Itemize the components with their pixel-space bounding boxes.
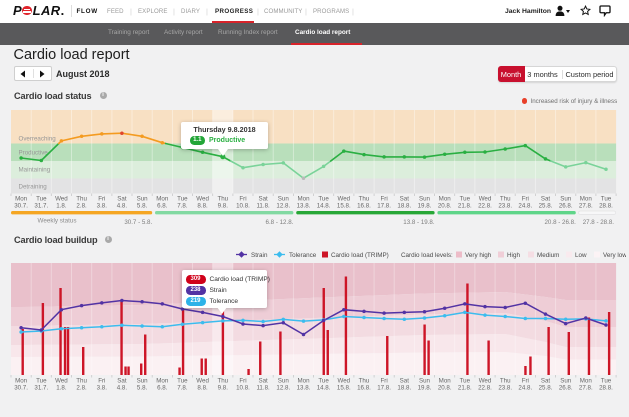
svg-text:23.8.: 23.8. bbox=[498, 202, 512, 209]
svg-text:30.7.: 30.7. bbox=[14, 384, 28, 391]
svg-text:28.8.: 28.8. bbox=[599, 202, 613, 209]
svg-text:25.8.: 25.8. bbox=[539, 202, 553, 209]
svg-text:3.8.: 3.8. bbox=[97, 384, 108, 391]
svg-text:12.8.: 12.8. bbox=[276, 202, 290, 209]
svg-text:13.8.: 13.8. bbox=[297, 202, 311, 209]
svg-text:27.8.: 27.8. bbox=[579, 202, 593, 209]
svg-text:Maintaining: Maintaining bbox=[19, 167, 51, 174]
svg-text:15.8.: 15.8. bbox=[337, 202, 351, 209]
svg-text:7.8.: 7.8. bbox=[177, 384, 188, 391]
svg-text:4.8.: 4.8. bbox=[117, 202, 128, 209]
svg-text:8.8.: 8.8. bbox=[197, 202, 208, 209]
svg-text:12.8.: 12.8. bbox=[276, 384, 290, 391]
svg-text:27.8.: 27.8. bbox=[579, 384, 593, 391]
svg-text:26.8.: 26.8. bbox=[559, 384, 573, 391]
svg-text:14.8.: 14.8. bbox=[317, 202, 331, 209]
svg-text:Weekly status: Weekly status bbox=[38, 218, 77, 225]
svg-text:25.8.: 25.8. bbox=[539, 384, 553, 391]
svg-text:2.8.: 2.8. bbox=[76, 202, 87, 209]
svg-text:10.8.: 10.8. bbox=[236, 384, 250, 391]
svg-text:17.8.: 17.8. bbox=[377, 384, 391, 391]
svg-text:6.8 - 12.8.: 6.8 - 12.8. bbox=[266, 219, 294, 226]
svg-text:13.8.: 13.8. bbox=[297, 384, 311, 391]
svg-text:Detraining: Detraining bbox=[19, 184, 48, 191]
svg-text:23.8.: 23.8. bbox=[498, 384, 512, 391]
svg-text:1.8.: 1.8. bbox=[56, 384, 67, 391]
svg-text:16.8.: 16.8. bbox=[357, 384, 371, 391]
svg-text:30.7 - 5.8.: 30.7 - 5.8. bbox=[124, 219, 152, 226]
svg-text:8.8.: 8.8. bbox=[197, 384, 208, 391]
svg-text:14.8.: 14.8. bbox=[317, 384, 331, 391]
svg-text:11.8.: 11.8. bbox=[256, 202, 270, 209]
svg-text:3.8.: 3.8. bbox=[97, 202, 108, 209]
svg-text:9.8.: 9.8. bbox=[218, 384, 229, 391]
svg-text:11.8.: 11.8. bbox=[256, 384, 270, 391]
svg-text:15.8.: 15.8. bbox=[337, 384, 351, 391]
svg-text:1.8.: 1.8. bbox=[56, 202, 67, 209]
svg-text:18.8.: 18.8. bbox=[397, 384, 411, 391]
svg-text:18.8.: 18.8. bbox=[397, 202, 411, 209]
svg-text:26.8.: 26.8. bbox=[559, 202, 573, 209]
svg-text:5.8.: 5.8. bbox=[137, 202, 148, 209]
svg-text:9.8.: 9.8. bbox=[218, 202, 229, 209]
svg-text:6.8.: 6.8. bbox=[157, 202, 168, 209]
svg-text:10.8.: 10.8. bbox=[236, 202, 250, 209]
svg-text:19.8.: 19.8. bbox=[418, 202, 432, 209]
svg-text:16.8.: 16.8. bbox=[357, 202, 371, 209]
svg-text:31.7.: 31.7. bbox=[34, 202, 48, 209]
svg-text:6.8.: 6.8. bbox=[157, 384, 168, 391]
svg-text:22.8.: 22.8. bbox=[478, 202, 492, 209]
svg-text:2.8.: 2.8. bbox=[76, 384, 87, 391]
svg-text:20.8.: 20.8. bbox=[438, 202, 452, 209]
svg-text:4.8.: 4.8. bbox=[117, 384, 128, 391]
svg-text:5.8.: 5.8. bbox=[137, 384, 148, 391]
svg-text:28.8.: 28.8. bbox=[599, 384, 613, 391]
svg-text:21.8.: 21.8. bbox=[458, 384, 472, 391]
svg-text:27.8 - 28.8.: 27.8 - 28.8. bbox=[583, 219, 615, 226]
svg-text:22.8.: 22.8. bbox=[478, 384, 492, 391]
svg-text:17.8.: 17.8. bbox=[377, 202, 391, 209]
svg-text:20.8.: 20.8. bbox=[438, 384, 452, 391]
svg-text:24.8.: 24.8. bbox=[518, 202, 532, 209]
svg-text:30.7.: 30.7. bbox=[14, 202, 28, 209]
svg-text:19.8.: 19.8. bbox=[418, 384, 432, 391]
svg-text:13.8 - 19.8.: 13.8 - 19.8. bbox=[403, 219, 435, 226]
svg-text:21.8.: 21.8. bbox=[458, 202, 472, 209]
svg-text:31.7.: 31.7. bbox=[34, 384, 48, 391]
svg-text:Overreaching: Overreaching bbox=[19, 136, 57, 143]
svg-text:20.8 - 26.8.: 20.8 - 26.8. bbox=[544, 219, 576, 226]
svg-text:Productive: Productive bbox=[19, 150, 49, 157]
svg-text:24.8.: 24.8. bbox=[518, 384, 532, 391]
svg-text:7.8.: 7.8. bbox=[177, 202, 188, 209]
